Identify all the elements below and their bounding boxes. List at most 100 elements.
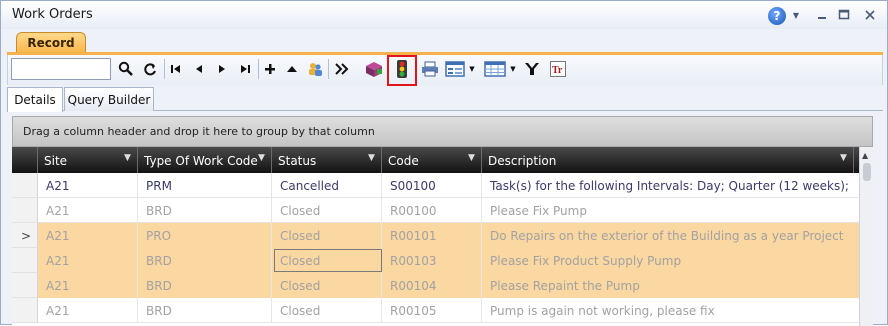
detail-tabs: Details Query Builder xyxy=(7,87,883,112)
plus-icon xyxy=(265,64,275,74)
refresh-icon xyxy=(144,63,156,76)
next-record-button[interactable] xyxy=(212,59,232,79)
filter-icon[interactable]: ▼ xyxy=(840,153,848,163)
table-row[interactable]: A21 BRD Closed R00100 Please Fix Pump xyxy=(12,198,873,223)
minimize-button[interactable] xyxy=(813,6,831,24)
row-selector[interactable]: > xyxy=(12,223,38,248)
title-bar: Work Orders ? ▼ xyxy=(1,1,887,29)
first-record-button[interactable] xyxy=(166,59,186,79)
filter-icon[interactable]: ▼ xyxy=(468,153,476,163)
close-icon xyxy=(865,10,875,20)
minimize-icon xyxy=(818,17,826,19)
cell-site: A21 xyxy=(38,173,138,198)
cell-description: Please Fix Product Supply Pump xyxy=(490,254,682,268)
group-by-panel[interactable]: Drag a column header and drop it here to… xyxy=(12,116,873,147)
row-selector[interactable] xyxy=(12,298,38,323)
users-icon xyxy=(309,63,322,76)
window-title: Work Orders xyxy=(12,7,93,22)
svg-text:Tr: Tr xyxy=(552,65,563,76)
row-selector[interactable] xyxy=(12,173,38,198)
tab-details[interactable]: Details xyxy=(7,87,63,112)
cell-code: R00101 xyxy=(382,223,482,248)
cell-description: Task(s) for the following Intervals: Day… xyxy=(490,179,849,193)
cell-status: Cancelled xyxy=(272,173,382,198)
cell-code: R00103 xyxy=(382,248,482,273)
column-header-type-of-work-code[interactable]: Type Of Work Code ▼ xyxy=(138,147,272,173)
cell-type: BRD xyxy=(138,273,272,298)
double-chevron-icon xyxy=(335,63,349,75)
text-format-icon: Tr xyxy=(550,61,566,77)
maximize-icon xyxy=(838,9,850,20)
table-row[interactable]: A21 BRD Closed R00105 Pump is again not … xyxy=(12,298,873,323)
printer-icon xyxy=(422,61,438,77)
package-icon xyxy=(366,62,382,77)
row-selector[interactable] xyxy=(12,273,38,298)
work-orders-window: Work Orders ? ▼ Record ▼ ▼ Tr Details Qu… xyxy=(0,0,888,326)
cell-description: Please Fix Pump xyxy=(490,204,587,218)
search-button[interactable] xyxy=(116,59,136,79)
layout-button[interactable] xyxy=(444,59,466,79)
search-input[interactable] xyxy=(11,58,111,80)
row-selector[interactable] xyxy=(12,248,38,273)
row-selector[interactable] xyxy=(12,198,38,223)
column-header-code[interactable]: Code ▼ xyxy=(382,147,482,173)
tab-record[interactable]: Record xyxy=(16,32,86,53)
cell-site: A21 xyxy=(38,223,138,248)
work-package-button[interactable] xyxy=(364,59,384,79)
cell-site: A21 xyxy=(38,198,138,223)
help-dropdown-icon[interactable]: ▼ xyxy=(791,6,801,24)
cell-status: Closed xyxy=(272,298,382,323)
print-button[interactable] xyxy=(420,59,440,79)
move-up-button[interactable] xyxy=(282,59,302,79)
text-format-button[interactable]: Tr xyxy=(548,59,568,79)
add-record-button[interactable] xyxy=(260,59,280,79)
users-button[interactable] xyxy=(305,59,325,79)
cell-code: S00100 xyxy=(382,173,482,198)
cell-type: BRD xyxy=(138,248,272,273)
close-button[interactable] xyxy=(861,6,879,24)
filter-button[interactable] xyxy=(522,59,542,79)
grid-header: Site ▼ Type Of Work Code ▼ Status ▼ Code ▼ D… xyxy=(12,147,873,173)
more-tools-button[interactable] xyxy=(332,59,352,79)
column-header-status[interactable]: Status ▼ xyxy=(272,147,382,173)
filter-icon[interactable]: ▼ xyxy=(124,153,132,163)
row-selector-header xyxy=(12,147,38,173)
layout-icon xyxy=(445,61,465,77)
help-icon[interactable]: ? xyxy=(768,7,786,25)
column-header-description[interactable]: Description ▼ xyxy=(482,147,854,173)
cell-type: BRD xyxy=(138,298,272,323)
table-row[interactable]: A21 BRD Closed R00103 Please Fix Product… xyxy=(12,248,873,273)
layout-dropdown-icon[interactable]: ▼ xyxy=(468,59,476,79)
table-row[interactable]: A21 BRD Closed R00104 Please Repaint the… xyxy=(12,273,873,298)
columns-button[interactable] xyxy=(483,59,507,79)
scrollbar-thumb[interactable] xyxy=(863,163,871,181)
cell-code: R00104 xyxy=(382,273,482,298)
work-orders-grid: Site ▼ Type Of Work Code ▼ Status ▼ Code ▼ D… xyxy=(12,147,873,326)
first-icon xyxy=(171,65,180,73)
toolbar-separator xyxy=(258,59,259,79)
filter-icon[interactable]: ▼ xyxy=(368,153,376,163)
vertical-scrollbar[interactable]: ▲ xyxy=(859,147,873,326)
scroll-up-icon[interactable]: ▲ xyxy=(862,151,868,160)
maximize-button[interactable] xyxy=(835,6,853,24)
cell-code: R00100 xyxy=(382,198,482,223)
table-row[interactable]: A21 PRM Cancelled S00100 Task(s) for the… xyxy=(12,173,873,198)
previous-record-button[interactable] xyxy=(189,59,209,79)
table-row[interactable]: > A21 PRO Closed R00101 Do Repairs on th… xyxy=(12,223,873,248)
last-record-button[interactable] xyxy=(235,59,255,79)
column-header-site[interactable]: Site ▼ xyxy=(38,147,138,173)
toolbar-separator xyxy=(328,59,329,79)
cell-status: Closed xyxy=(272,223,382,248)
filter-icon xyxy=(525,63,539,75)
cell-description: Do Repairs on the exterior of the Buildi… xyxy=(490,229,844,243)
refresh-button[interactable] xyxy=(140,59,160,79)
last-icon xyxy=(241,65,250,73)
filter-icon[interactable]: ▼ xyxy=(258,153,266,163)
cell-status: Closed xyxy=(272,273,382,298)
cell-type: PRM xyxy=(138,173,272,198)
cell-type: PRO xyxy=(138,223,272,248)
current-row-indicator-icon: > xyxy=(21,229,32,243)
columns-dropdown-icon[interactable]: ▼ xyxy=(509,59,517,79)
up-arrow-icon xyxy=(287,66,297,72)
tab-query-builder[interactable]: Query Builder xyxy=(64,87,154,111)
